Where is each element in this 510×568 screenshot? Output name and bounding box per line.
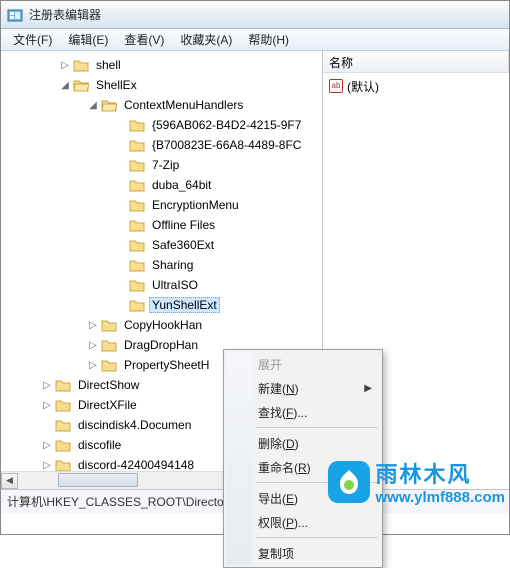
tree-node-shellex[interactable]: ◢ ShellEx	[1, 75, 322, 95]
expand-icon[interactable]: ▷	[87, 359, 99, 371]
content-area: ▷ shell ◢ ShellEx ◢ ContextMenuHandlers …	[1, 51, 509, 489]
folder-icon	[129, 258, 145, 273]
tree-node[interactable]: Safe360Ext	[1, 235, 322, 255]
tree-node-yunshellext[interactable]: YunShellExt	[1, 295, 322, 315]
list-header: 名称	[323, 51, 509, 73]
folder-icon	[55, 378, 71, 393]
collapse-icon[interactable]: ◢	[87, 99, 99, 111]
value-name: (默认)	[347, 78, 379, 95]
folder-icon	[129, 178, 145, 193]
tree-node[interactable]: Sharing	[1, 255, 322, 275]
folder-icon	[101, 318, 117, 333]
menu-view[interactable]: 查看(V)	[116, 29, 172, 50]
expand-icon[interactable]: ▷	[87, 339, 99, 351]
tree-node[interactable]: 7-Zip	[1, 155, 322, 175]
folder-icon	[101, 338, 117, 353]
folder-icon	[101, 358, 117, 373]
tree-node-shell[interactable]: ▷ shell	[1, 55, 322, 75]
context-delete[interactable]: 删除(D)	[226, 431, 380, 455]
scroll-thumb[interactable]	[58, 473, 138, 487]
watermark-url: www.ylmf888.com	[376, 489, 506, 506]
folder-icon	[129, 278, 145, 293]
context-copy-key-name[interactable]: 复制项	[226, 541, 380, 565]
tree-node[interactable]: EncryptionMenu	[1, 195, 322, 215]
context-permissions[interactable]: 权限(P)...	[226, 510, 380, 534]
context-expand[interactable]: 展开	[226, 352, 380, 376]
app-icon	[7, 7, 23, 23]
folder-icon	[55, 438, 71, 453]
expand-icon[interactable]: ▷	[41, 379, 53, 391]
folder-icon	[55, 398, 71, 413]
tree-node[interactable]: Offline Files	[1, 215, 322, 235]
expand-icon[interactable]: ▷	[41, 399, 53, 411]
titlebar: 注册表编辑器	[1, 1, 509, 29]
folder-open-icon	[73, 78, 89, 93]
menu-file[interactable]: 文件(F)	[5, 29, 60, 50]
tree-node[interactable]: duba_64bit	[1, 175, 322, 195]
tree-node-contextmenuhandlers[interactable]: ◢ ContextMenuHandlers	[1, 95, 322, 115]
window-title: 注册表编辑器	[29, 6, 101, 23]
tree-node[interactable]: ▷CopyHookHan	[1, 315, 322, 335]
expand-icon[interactable]: ▷	[41, 459, 53, 471]
string-value-icon: ab	[329, 79, 343, 93]
context-new[interactable]: 新建(N)▶	[226, 376, 380, 400]
context-find[interactable]: 查找(F)...	[226, 400, 380, 424]
folder-icon	[129, 118, 145, 133]
folder-open-icon	[101, 98, 117, 113]
menu-edit[interactable]: 编辑(E)	[60, 29, 116, 50]
watermark-logo-icon	[328, 461, 370, 503]
tree-node[interactable]: {B700823E-66A8-4489-8FC	[1, 135, 322, 155]
watermark-brand: 雨林木风	[376, 457, 506, 489]
submenu-arrow-icon: ▶	[364, 383, 372, 394]
tree-node[interactable]: {596AB062-B4D2-4215-9F7	[1, 115, 322, 135]
menubar: 文件(F) 编辑(E) 查看(V) 收藏夹(A) 帮助(H)	[1, 29, 509, 51]
watermark: 雨林木风 www.ylmf888.com	[328, 457, 506, 506]
folder-icon	[129, 218, 145, 233]
folder-icon	[129, 138, 145, 153]
expand-icon[interactable]: ▷	[41, 439, 53, 451]
tree-node[interactable]: UltraISO	[1, 275, 322, 295]
menu-help[interactable]: 帮助(H)	[240, 29, 297, 50]
list-row-default[interactable]: ab (默认)	[329, 77, 503, 95]
folder-icon	[73, 58, 89, 73]
expand-icon[interactable]: ▷	[59, 59, 71, 71]
collapse-icon[interactable]: ◢	[59, 79, 71, 91]
scroll-left-button[interactable]: ◀	[1, 473, 18, 489]
folder-icon	[129, 158, 145, 173]
folder-icon	[55, 418, 71, 433]
folder-icon	[129, 298, 145, 313]
column-name[interactable]: 名称	[323, 51, 509, 72]
menu-favorites[interactable]: 收藏夹(A)	[172, 29, 240, 50]
folder-icon	[129, 238, 145, 253]
expand-icon[interactable]: ▷	[87, 319, 99, 331]
folder-icon	[129, 198, 145, 213]
